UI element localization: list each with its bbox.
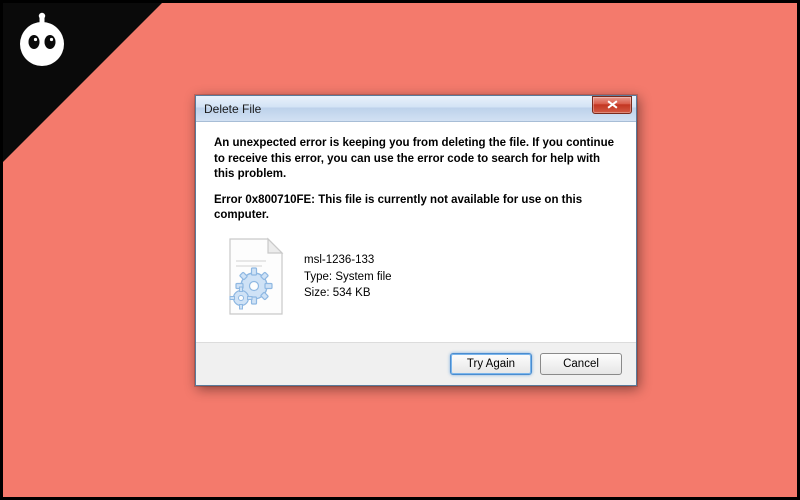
dialog-body: An unexpected error is keeping you from … [196, 122, 636, 342]
close-icon [607, 96, 618, 114]
error-message-primary: An unexpected error is keeping you from … [214, 136, 618, 183]
delete-file-dialog: Delete File An unexpected error is keepi… [195, 95, 637, 386]
file-size: Size: 534 KB [304, 285, 392, 301]
titlebar[interactable]: Delete File [196, 96, 636, 122]
file-name: msl-1236-133 [304, 252, 392, 268]
cancel-button[interactable]: Cancel [540, 353, 622, 375]
close-button[interactable] [592, 96, 632, 114]
file-details: msl-1236-133 Type: System file Size: 534… [304, 252, 392, 300]
dialog-title: Delete File [204, 102, 632, 116]
dialog-footer: Try Again Cancel [196, 342, 636, 385]
file-type: Type: System file [304, 269, 392, 285]
file-info-row: msl-1236-133 Type: System file Size: 534… [214, 224, 618, 338]
system-file-icon [224, 236, 288, 318]
try-again-button[interactable]: Try Again [450, 353, 532, 375]
robot-logo [14, 12, 70, 68]
error-message-code: Error 0x800710FE: This file is currently… [214, 193, 618, 224]
